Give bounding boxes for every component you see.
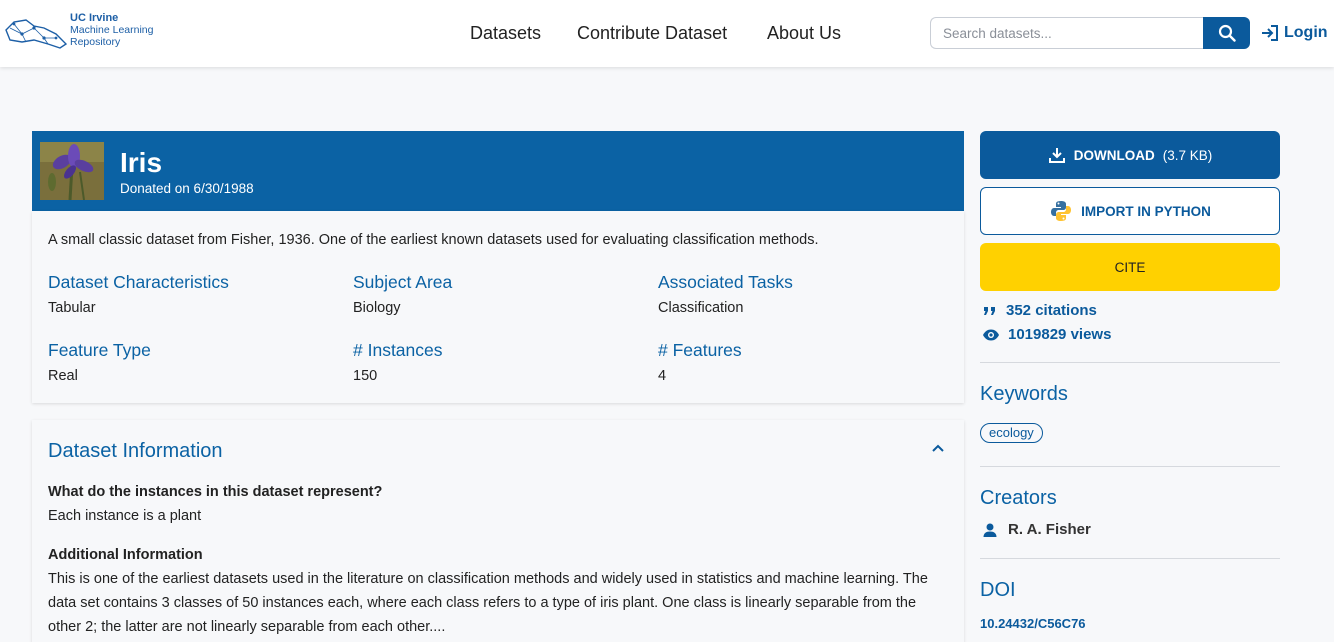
nav-datasets[interactable]: Datasets: [470, 23, 541, 44]
creators-heading: Creators: [980, 487, 1057, 509]
characteristic-instances: # Instances 150: [353, 340, 443, 384]
search-button[interactable]: [1203, 17, 1250, 49]
characteristic-value: 150: [353, 368, 378, 384]
divider: [980, 466, 1280, 467]
characteristic-associated-tasks: Associated Tasks Classification: [658, 272, 793, 316]
characteristic-value: Biology: [353, 300, 401, 316]
search-icon: [1218, 24, 1236, 42]
download-size: (3.7 KB): [1162, 147, 1213, 163]
login-label: Login: [1284, 24, 1328, 41]
characteristic-label: # Instances: [353, 340, 443, 360]
iris-flower-image: [40, 142, 104, 200]
characteristic-label: Subject Area: [353, 272, 453, 292]
dataset-description: A small classic dataset from Fisher, 193…: [48, 232, 819, 248]
nav-contribute-dataset[interactable]: Contribute Dataset: [577, 23, 727, 44]
citations-count: 352 citations: [982, 302, 1097, 319]
dataset-information-panel: Dataset Information What do the instance…: [32, 420, 964, 642]
logo-line-2: Machine Learning: [70, 24, 154, 36]
search-input[interactable]: [930, 17, 1204, 49]
login-link[interactable]: Login: [1260, 23, 1328, 43]
views-label: 1019829 views: [1008, 326, 1112, 343]
answer-additional-info: This is one of the earliest datasets use…: [48, 571, 928, 635]
dataset-information-title[interactable]: Dataset Information: [48, 440, 223, 463]
citations-label: 352 citations: [1006, 302, 1097, 319]
download-button[interactable]: DOWNLOAD (3.7 KB): [980, 131, 1280, 179]
download-label: DOWNLOAD: [1073, 147, 1155, 163]
quote-icon: [984, 306, 995, 315]
keywords-heading: Keywords: [980, 383, 1068, 405]
import-in-python-button[interactable]: IMPORT IN PYTHON: [980, 187, 1280, 235]
characteristic-value: Real: [48, 368, 78, 384]
characteristic-features: # Features 4: [658, 340, 742, 384]
characteristic-label: Feature Type: [48, 340, 151, 360]
divider: [980, 558, 1280, 559]
characteristic-value: Tabular: [48, 300, 96, 316]
characteristic-dataset-characteristics: Dataset Characteristics Tabular: [48, 272, 229, 316]
creator-name: R. A. Fisher: [1008, 521, 1091, 538]
divider: [980, 362, 1280, 363]
california-network-logo-icon: [5, 19, 68, 49]
dataset-header: Iris Donated on 6/30/1988: [32, 131, 964, 211]
cite-button[interactable]: CITE: [980, 243, 1280, 291]
cite-label: CITE: [1114, 259, 1146, 275]
creator-item: R. A. Fisher: [982, 521, 1091, 538]
python-icon: [1051, 201, 1072, 221]
characteristic-label: # Features: [658, 340, 742, 360]
doi-heading: DOI: [980, 579, 1016, 601]
question-additional-info: Additional Information: [48, 547, 203, 563]
question-instances: What do the instances in this dataset re…: [48, 484, 383, 500]
keyword-tag-ecology[interactable]: ecology: [980, 423, 1043, 443]
download-icon: [1048, 148, 1065, 163]
donated-date: Donated on 6/30/1988: [120, 181, 254, 196]
characteristic-value: 4: [658, 368, 667, 384]
characteristic-feature-type: Feature Type Real: [48, 340, 151, 384]
views-count: 1019829 views: [982, 326, 1111, 343]
characteristic-label: Associated Tasks: [658, 272, 793, 292]
uci-ml-repository-logo[interactable]: UC Irvine Machine Learning Repository: [4, 10, 164, 54]
top-navigation-bar: UC Irvine Machine Learning Repository Da…: [0, 0, 1334, 67]
characteristic-subject-area: Subject Area Biology: [353, 272, 452, 316]
characteristic-value: Classification: [658, 300, 744, 316]
characteristic-label: Dataset Characteristics: [48, 272, 229, 292]
login-icon: [1262, 25, 1278, 41]
logo-text: UC Irvine Machine Learning Repository: [70, 12, 153, 48]
answer-instances: Each instance is a plant: [48, 508, 202, 524]
eye-icon: [983, 329, 999, 340]
person-icon: [983, 523, 997, 537]
import-in-python-label: IMPORT IN PYTHON: [1081, 203, 1211, 219]
dataset-summary-card: A small classic dataset from Fisher, 193…: [32, 211, 964, 403]
logo-line-3: Repository: [70, 36, 121, 48]
nav-about-us[interactable]: About Us: [767, 23, 841, 44]
doi-link[interactable]: 10.24432/C56C76: [980, 616, 1086, 631]
chevron-up-icon[interactable]: [932, 444, 944, 454]
dataset-title: Iris: [120, 147, 163, 178]
logo-line-1: UC Irvine: [70, 12, 119, 24]
